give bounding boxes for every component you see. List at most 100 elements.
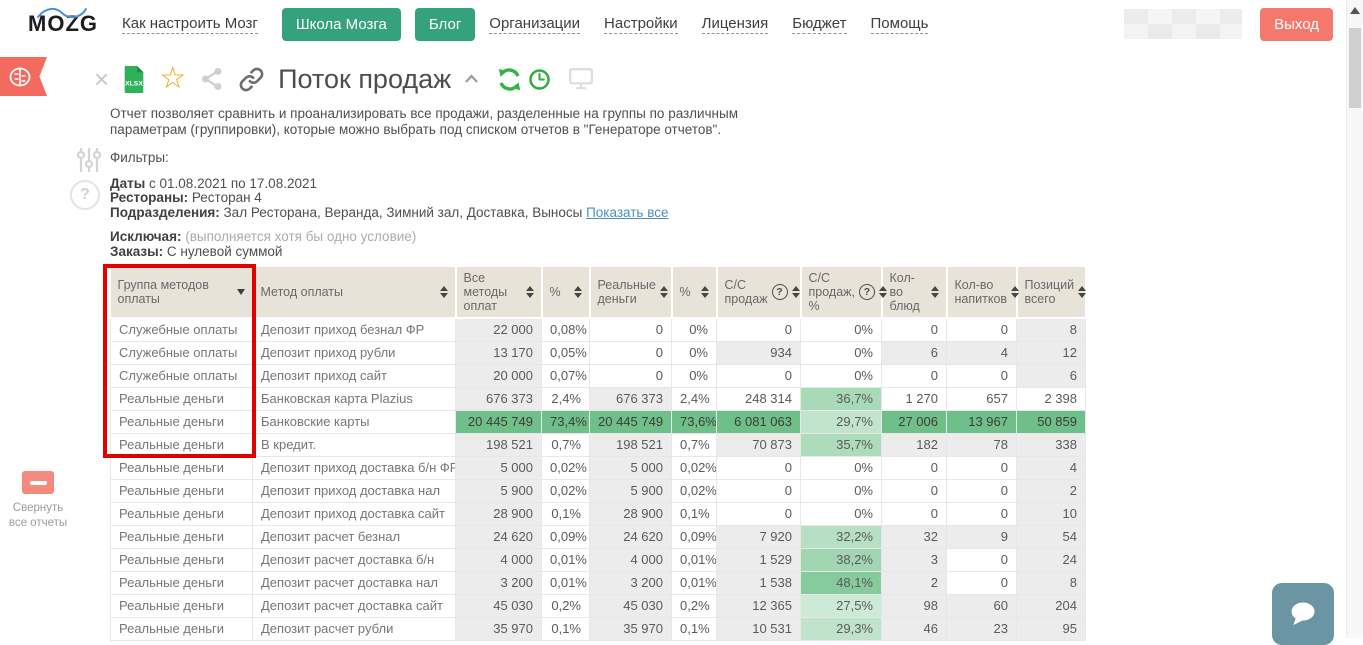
- filters-sliders-icon: [74, 145, 104, 180]
- schedule-clock-icon[interactable]: [528, 68, 551, 91]
- cell-method: Депозит приход доставка нал: [252, 478, 456, 503]
- cell-value: 0: [589, 317, 672, 342]
- column-help-icon[interactable]: ?: [858, 284, 875, 300]
- cell-value: 5 000: [455, 455, 542, 480]
- nav-link-3[interactable]: Бюджет: [792, 15, 847, 34]
- cell-value: 29,7%: [800, 409, 882, 434]
- cell-value: 38,2%: [800, 547, 882, 572]
- chat-widget-button[interactable]: [1272, 583, 1334, 645]
- cell-value: 46: [881, 616, 947, 641]
- filter-departments: Подразделения: Зал Ресторана, Веранда, З…: [110, 204, 669, 220]
- cell-value: 248 314: [716, 386, 801, 411]
- cell-value: 20 000: [455, 363, 542, 388]
- filter-restaurants: Рестораны: Ресторан 4: [110, 190, 262, 206]
- sort-icon: [700, 286, 709, 298]
- column-label: Кол-во напитков: [954, 278, 1008, 306]
- table-row-1: Служебные оплаты Депозит приход рубли 13 1…: [110, 340, 1086, 365]
- filter-excluding: Исключая: (выполняется хотя бы одно усло…: [110, 229, 417, 245]
- show-all-link[interactable]: Показать все: [586, 205, 668, 220]
- cell-value: 4: [1016, 455, 1086, 480]
- report-table: Группа методов оплаты Метод оплаты Все мет…: [110, 267, 1087, 641]
- cell-value: 32,2%: [800, 524, 882, 549]
- cell-value: 3: [881, 547, 947, 572]
- refresh-icon[interactable]: [496, 66, 523, 93]
- favorite-star-icon[interactable]: ☆: [159, 64, 186, 94]
- cell-value: 0: [716, 363, 801, 388]
- collapse-report-chevron-icon[interactable]: [464, 74, 479, 84]
- column-label: Реальные деньги: [597, 278, 656, 306]
- cell-value: 0,01%: [671, 570, 717, 595]
- cell-value: 50 859: [1016, 409, 1086, 434]
- column-header-9[interactable]: Кол-во напитков: [946, 267, 1020, 319]
- permalink-icon[interactable]: [238, 66, 265, 93]
- close-report-icon[interactable]: ×: [94, 66, 109, 92]
- cell-group: Реальные деньги: [110, 524, 253, 549]
- cell-method: Депозит расчет безнал: [252, 524, 456, 549]
- cell-method: Депозит приход доставка б/н ФР: [252, 455, 456, 480]
- cell-value: 9: [946, 524, 1017, 549]
- monitor-icon[interactable]: [568, 67, 594, 91]
- cell-value: 0,2%: [541, 593, 590, 618]
- table-row-4: Реальные деньги Банковские карты 20 445 74…: [110, 409, 1086, 434]
- cell-method: Банковские карты: [252, 409, 456, 434]
- scrollbar-up-arrow-icon[interactable]: [1350, 7, 1360, 14]
- school-button[interactable]: Школа Мозга: [281, 7, 401, 41]
- share-icon[interactable]: [199, 66, 225, 92]
- cell-group: Реальные деньги: [110, 432, 253, 457]
- table-body: Служебные оплаты Депозит приход безнал ФР…: [110, 317, 1086, 641]
- scrollbar-thumb[interactable]: [1349, 28, 1361, 108]
- cell-value: 8: [1016, 317, 1086, 342]
- nav-link-how-to-setup[interactable]: Как настроить Мозг: [122, 15, 258, 34]
- table-row-9: Реальные деньги Депозит расчет безнал 24 6…: [110, 524, 1086, 549]
- cell-value: 45 030: [455, 593, 542, 618]
- cell-value: 0,08%: [541, 317, 590, 342]
- column-header-5[interactable]: %: [671, 267, 718, 319]
- cell-group: Реальные деньги: [110, 409, 253, 434]
- cell-value: 20 445 749: [589, 409, 672, 434]
- column-label: С/С продаж: [724, 278, 768, 306]
- cell-value: 0,02%: [541, 455, 590, 480]
- column-header-10[interactable]: Позиций всего: [1016, 267, 1087, 319]
- column-header-2[interactable]: Все методы оплат: [455, 267, 543, 319]
- logout-button[interactable]: Выход: [1260, 7, 1333, 41]
- nav-link-4[interactable]: Помощь: [870, 15, 929, 34]
- nav-link-2[interactable]: Лицензия: [701, 15, 769, 34]
- cell-value: 0,05%: [541, 340, 590, 365]
- cell-group: Служебные оплаты: [110, 317, 253, 342]
- mozg-logo[interactable]: MOZG: [28, 7, 97, 41]
- sort-icon: [1011, 286, 1020, 298]
- cell-value: 24 620: [589, 524, 672, 549]
- page-scrollbar[interactable]: [1346, 0, 1363, 638]
- export-xlsx-icon[interactable]: XLSX: [122, 65, 146, 94]
- cell-value: 28 900: [455, 501, 542, 526]
- column-help-icon[interactable]: ?: [771, 284, 788, 300]
- cell-value: 32: [881, 524, 947, 549]
- cell-method: Депозит расчет доставка б/н: [252, 547, 456, 572]
- cell-value: 54: [1016, 524, 1086, 549]
- column-header-1[interactable]: Метод оплаты: [252, 267, 457, 319]
- cell-value: 35 970: [455, 616, 542, 641]
- cell-value: 4: [946, 340, 1017, 365]
- cell-value: 0: [716, 501, 801, 526]
- cell-value: 0: [946, 363, 1017, 388]
- collapse-all-reports: Свернуть все отчеты: [4, 471, 72, 531]
- cell-value: 0: [946, 547, 1017, 572]
- column-header-8[interactable]: Кол-во блюд: [881, 267, 948, 319]
- column-header-3[interactable]: %: [541, 267, 591, 319]
- blog-button[interactable]: Блог: [414, 7, 476, 41]
- column-label: Все методы оплат: [463, 271, 508, 313]
- help-question-icon[interactable]: ?: [70, 180, 100, 210]
- collapse-all-button[interactable]: [22, 471, 54, 494]
- column-header-7[interactable]: С/С продаж, %?: [800, 267, 887, 319]
- column-header-4[interactable]: Реальные деньги: [589, 267, 673, 319]
- nav-link-0[interactable]: Организации: [489, 15, 581, 34]
- cell-value: 338: [1016, 432, 1086, 457]
- column-header-6[interactable]: С/С продаж?: [716, 267, 802, 319]
- cell-group: Реальные деньги: [110, 593, 253, 618]
- column-header-0[interactable]: Группа методов оплаты: [110, 267, 254, 319]
- cell-value: 98: [881, 593, 947, 618]
- cell-method: Депозит приход сайт: [252, 363, 456, 388]
- cell-value: 0,01%: [671, 547, 717, 572]
- nav-link-1[interactable]: Настройки: [604, 15, 678, 34]
- table-row-10: Реальные деньги Депозит расчет доставка б…: [110, 547, 1086, 572]
